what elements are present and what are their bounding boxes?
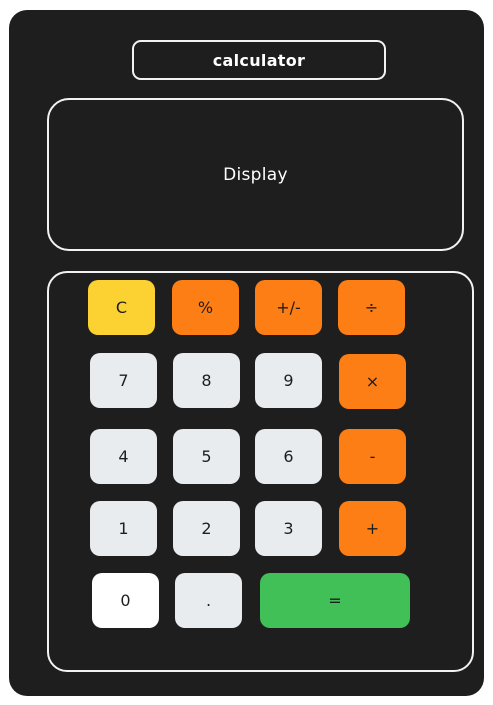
divide-button[interactable]: ÷ bbox=[338, 280, 405, 335]
calculator-body: calculator Display C % +/- ÷ 7 8 9 × 4 5… bbox=[9, 10, 484, 696]
percent-button[interactable]: % bbox=[172, 280, 239, 335]
digit-4-button[interactable]: 4 bbox=[90, 429, 157, 484]
display-screen: Display bbox=[47, 98, 464, 251]
clear-button[interactable]: C bbox=[88, 280, 155, 335]
digit-9-button[interactable]: 9 bbox=[255, 353, 322, 408]
multiply-button[interactable]: × bbox=[339, 354, 406, 409]
subtract-button[interactable]: - bbox=[339, 429, 406, 484]
digit-2-button[interactable]: 2 bbox=[173, 501, 240, 556]
digit-8-button[interactable]: 8 bbox=[173, 353, 240, 408]
digit-0-button[interactable]: 0 bbox=[92, 573, 159, 628]
sign-toggle-button[interactable]: +/- bbox=[255, 280, 322, 335]
add-button[interactable]: + bbox=[339, 501, 406, 556]
app-title: calculator bbox=[132, 40, 386, 80]
decimal-button[interactable]: . bbox=[175, 573, 242, 628]
equals-button[interactable]: = bbox=[260, 573, 410, 628]
digit-3-button[interactable]: 3 bbox=[255, 501, 322, 556]
digit-6-button[interactable]: 6 bbox=[255, 429, 322, 484]
digit-5-button[interactable]: 5 bbox=[173, 429, 240, 484]
digit-1-button[interactable]: 1 bbox=[90, 501, 157, 556]
digit-7-button[interactable]: 7 bbox=[90, 353, 157, 408]
